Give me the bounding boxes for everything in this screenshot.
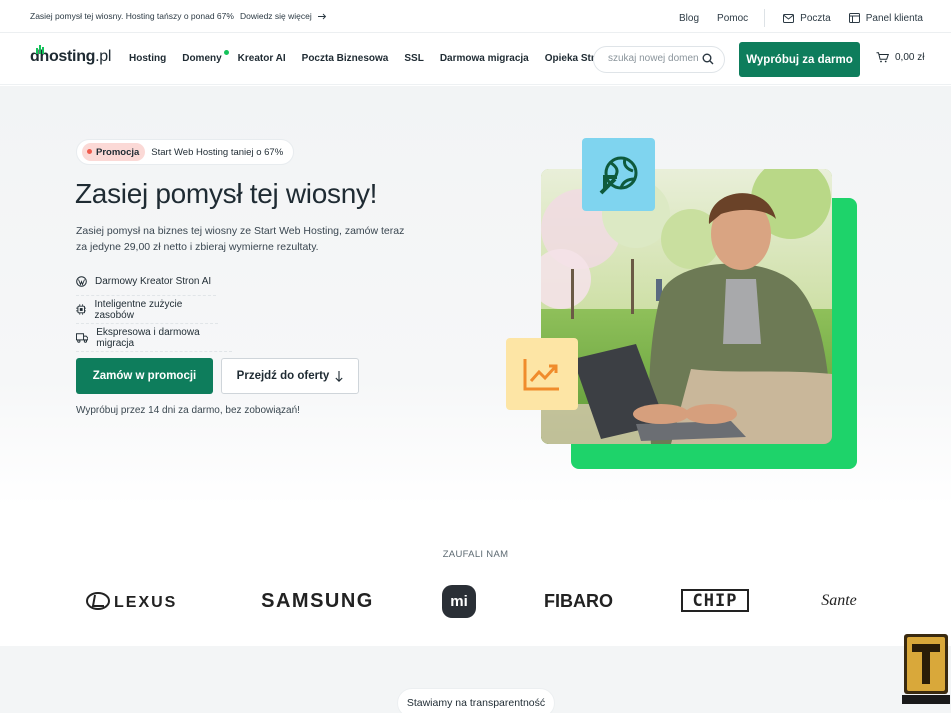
hero-title: Zasiej pomysł tej wiosny!	[75, 178, 378, 209]
brand-logo-sante: Sante	[821, 592, 857, 609]
logo[interactable]: dhosting.pl	[30, 45, 112, 66]
truck-icon	[76, 332, 89, 343]
main-header: dhosting.pl Hosting Domeny Kreator AI Po…	[0, 33, 951, 85]
brand-logo-lexus: LEXUS	[86, 586, 194, 616]
nav-hosting[interactable]: Hosting	[129, 53, 166, 64]
hero-description: Zasiej pomysł na biznes tej wiosny ze St…	[76, 225, 405, 253]
promo-strip[interactable]: Zasiej pomysł tej wiosny. Hosting tańszy…	[30, 11, 327, 21]
cpu-icon	[76, 304, 87, 315]
trusted-title: ZAUFALI NAM	[442, 549, 509, 560]
search-icon[interactable]	[702, 53, 714, 65]
top-links: Blog Pomoc Poczta Panel klienta	[661, 9, 923, 27]
promo-tag: Promocja	[82, 143, 146, 161]
feature-label: Inteligentne zużycie zasobów	[94, 298, 183, 321]
go-to-offer-label: Przejdź do oferty	[236, 370, 330, 382]
domain-search	[593, 46, 725, 73]
promo-badge-text: Start Web Hosting taniej o 67%	[151, 146, 284, 158]
lexus-logo-icon: LEXUS	[86, 592, 177, 611]
mail-label: Poczta	[800, 12, 831, 24]
mail-link[interactable]: Poczta	[783, 13, 831, 24]
nav-ai-builder[interactable]: Kreator AI	[238, 53, 286, 64]
new-dot-indicator	[223, 50, 229, 55]
main-nav: Hosting Domeny Kreator AI Poczta Bizneso…	[129, 50, 623, 64]
hero-section: Promocja Start Web Hosting taniej o 67% …	[0, 86, 951, 506]
logo-suffix: .pl	[95, 48, 112, 65]
nav-ssl[interactable]: SSL	[404, 53, 423, 64]
order-promo-button[interactable]: Zamów w promocji	[76, 358, 213, 394]
lexus-wordmark: LEXUS	[114, 594, 177, 611]
nav-business-mail[interactable]: Poczta Biznesowa	[302, 53, 389, 64]
go-to-offer-button[interactable]: Przejdź do oferty	[221, 358, 359, 394]
feature-item: Darmowy Kreator Stron AI	[76, 268, 216, 296]
arrow-down-icon	[335, 370, 343, 382]
promo-link[interactable]: Dowiedz się więcej	[240, 11, 312, 21]
trusted-section: ZAUFALI NAM LEXUS SAMSUNG mi FIBARO CHIP…	[0, 506, 951, 646]
feature-label: Darmowy Kreator Stron AI	[95, 276, 212, 287]
top-bar: Zasiej pomysł tej wiosny. Hosting tańszy…	[0, 0, 951, 33]
brand-logo-chip: CHIP	[681, 589, 749, 612]
brand-logo-samsung: SAMSUNG	[261, 589, 374, 612]
trial-note: Wypróbuj przez 14 dni za darmo, bez zobo…	[76, 405, 300, 416]
transparency-section: Stawiamy na transparentność	[0, 646, 951, 713]
cart-total: 0,00 zł	[895, 52, 925, 63]
brand-logo-xiaomi: mi	[442, 585, 476, 618]
logo-bars-icon	[36, 45, 44, 54]
try-free-button[interactable]: Wypróbuj za darmo	[739, 42, 860, 77]
feature-label: Ekspresowa i darmowa migracja	[96, 326, 200, 349]
panel-link[interactable]: Panel klienta	[848, 12, 923, 24]
blog-link[interactable]: Blog	[679, 13, 699, 24]
globe-arrow-icon	[599, 156, 637, 194]
nav-domains-label: Domeny	[182, 53, 222, 64]
panel-label: Panel klienta	[865, 12, 923, 24]
growth-tile	[506, 338, 578, 410]
nav-migration[interactable]: Darmowa migracja	[440, 53, 529, 64]
promo-text: Zasiej pomysł tej wiosny. Hosting tańszy…	[30, 11, 234, 21]
nav-domains[interactable]: Domeny	[182, 50, 229, 64]
promo-badge[interactable]: Promocja Start Web Hosting taniej o 67%	[76, 139, 294, 165]
panel-icon	[848, 13, 860, 23]
help-link[interactable]: Pomoc	[717, 13, 748, 24]
cart[interactable]: 0,00 zł	[876, 52, 924, 63]
feature-item: Inteligentne zużycie zasobów	[76, 296, 218, 324]
divider	[764, 9, 766, 27]
envelope-icon	[783, 13, 795, 23]
help-label: Pomoc	[717, 12, 749, 24]
transparency-pill: Stawiamy na transparentność	[397, 688, 555, 713]
watermark-logo	[902, 634, 950, 704]
globe-tile	[582, 138, 655, 211]
domain-search-input[interactable]	[608, 53, 698, 64]
blog-label: Blog	[679, 12, 700, 24]
feature-item: Ekspresowa i darmowa migracja	[76, 324, 232, 352]
cart-icon	[876, 52, 889, 63]
feature-list: Darmowy Kreator Stron AI Inteligentne zu…	[76, 268, 232, 352]
wordpress-icon	[76, 276, 87, 287]
growth-chart-icon	[523, 359, 559, 391]
brand-logo-fibaro: FIBARO	[544, 590, 613, 611]
arrow-right-icon	[317, 13, 326, 19]
